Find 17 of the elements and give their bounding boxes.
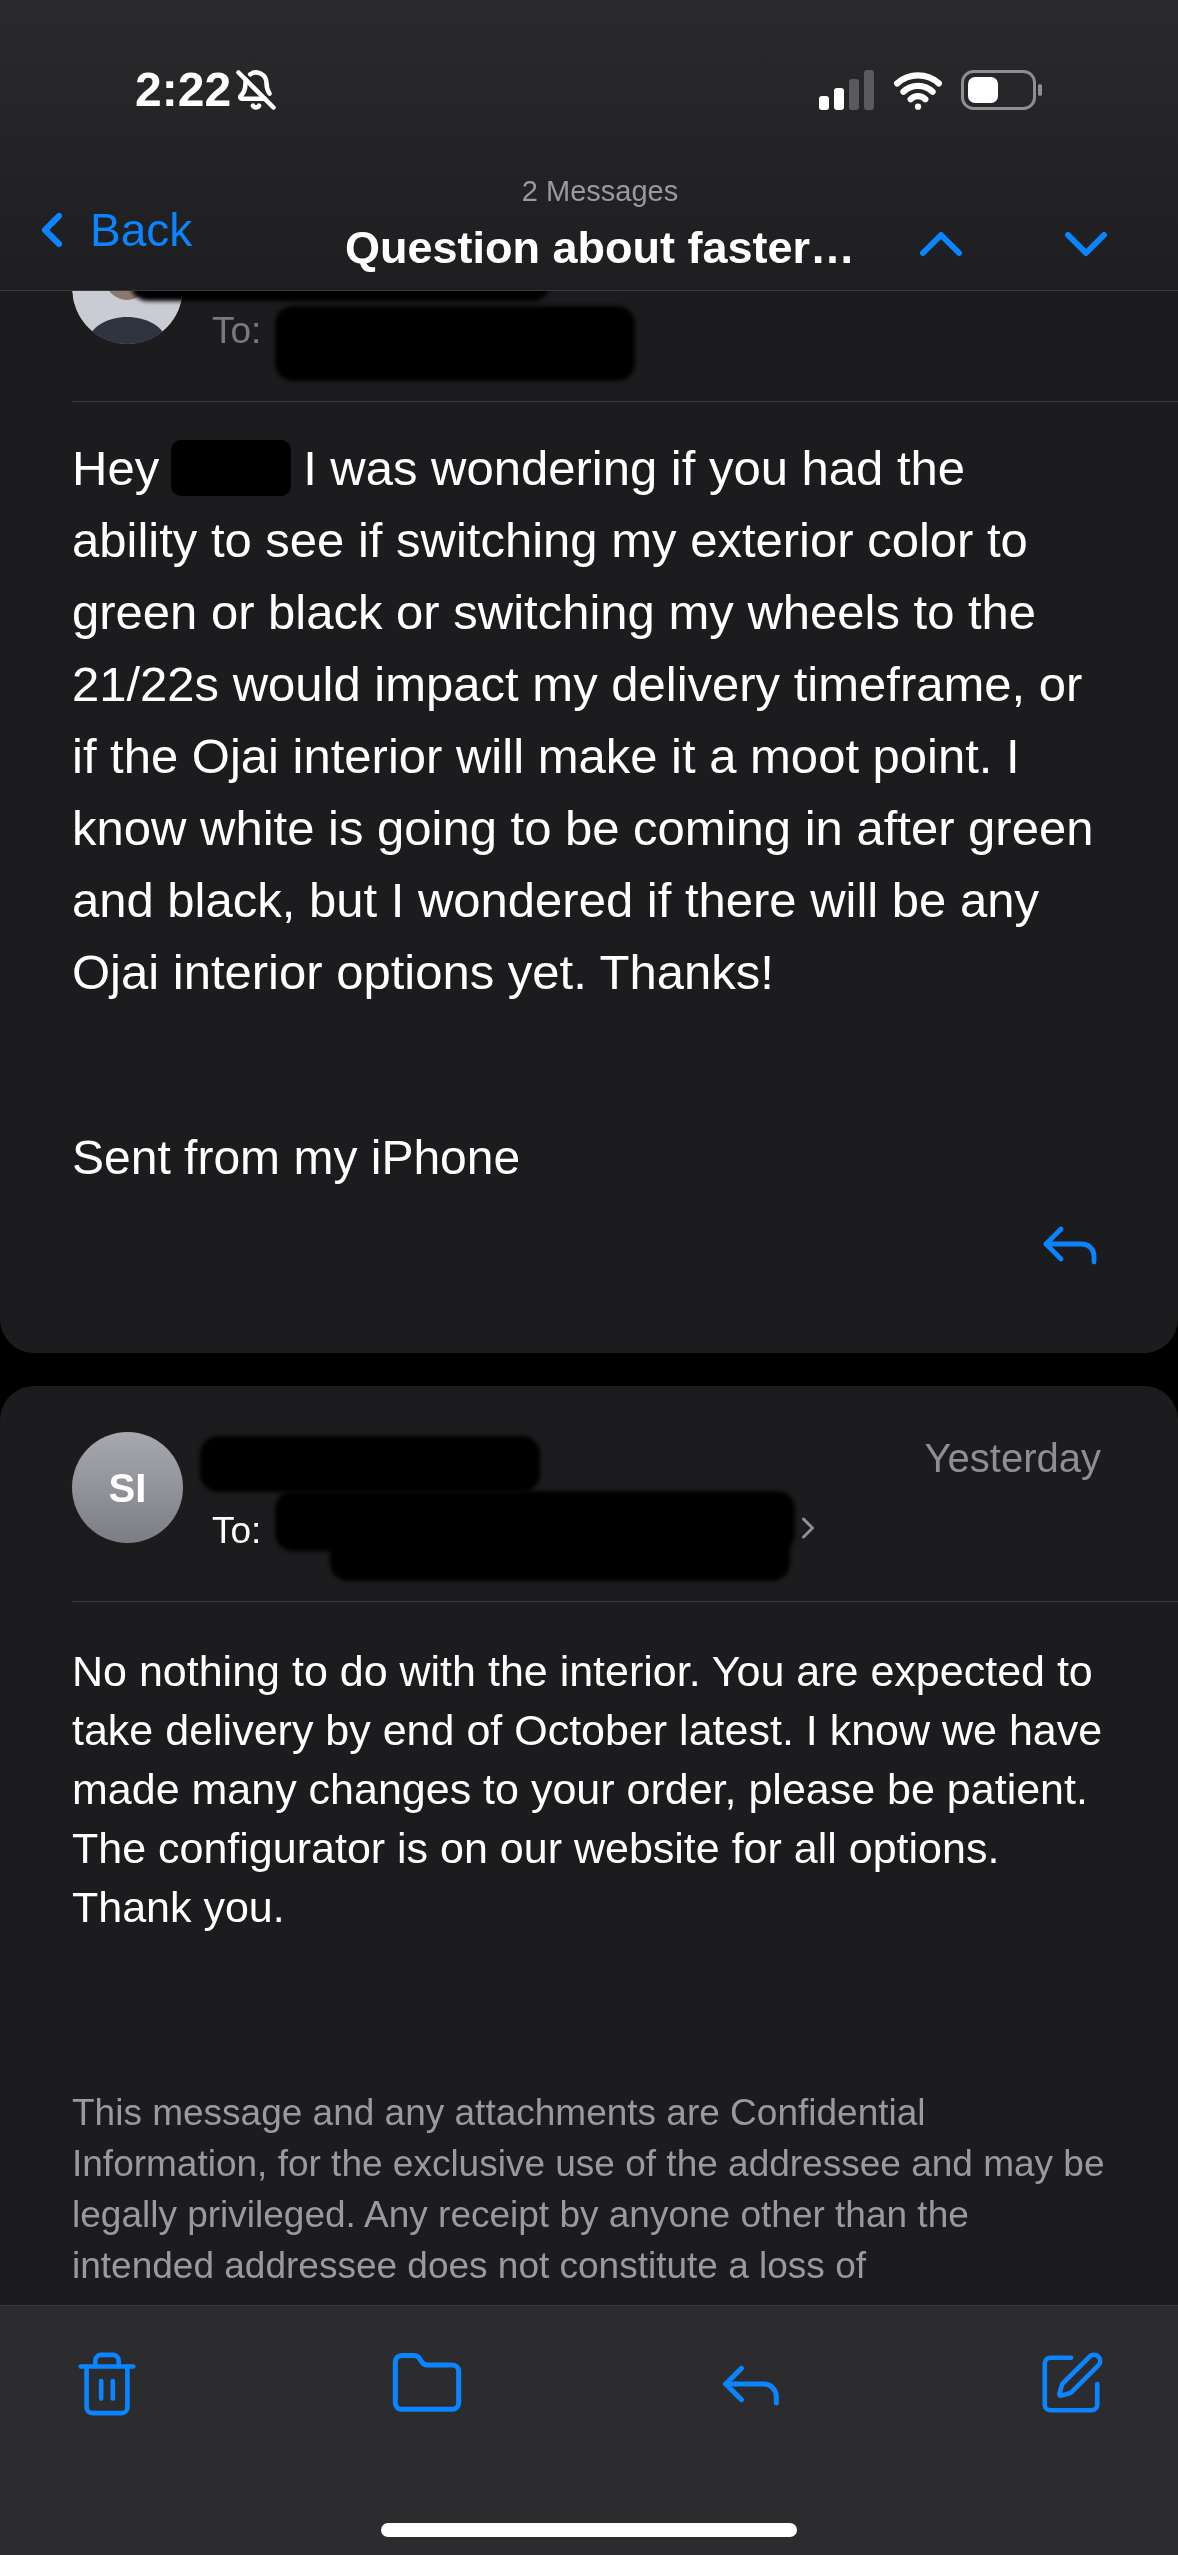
disclaimer-text: This message and any attachments are Confidential Information, for the exclusive use of the addressee and may be legally privileged. Any receipt by anyone other than the intended addressee does not constitute a loss of bbox=[72, 2091, 1106, 2288]
date-text: Yesterday bbox=[924, 1435, 1101, 1482]
greeting-text: Hey bbox=[72, 440, 160, 497]
signal-icon bbox=[819, 70, 875, 110]
nav-title: Question about faster… bbox=[344, 220, 856, 275]
battery-icon bbox=[961, 70, 1043, 110]
message-count: 2 Messages bbox=[521, 174, 679, 209]
bell-off-icon bbox=[235, 69, 278, 111]
message-body: No nothing to do with the interior. You are expected to take delivery by end of October latest. I know we have made many changes to your order, please be patient. The configurator is on our website for all options. Thank you. bbox=[72, 1646, 1104, 1933]
status-time: 2:22 bbox=[135, 62, 232, 118]
avatar-initials: SI bbox=[72, 1432, 183, 1543]
message-body: ability to see if switching my exterior color to green or black or switching my wheels to the 21/22s would impact my delivery timeframe, or if the Ojai interior will make it a moot point. I know white is going to be coming in after green and black, but I wondered if there will be any Ojai interior options yet. Thanks! bbox=[72, 512, 1095, 1001]
to-label: To: bbox=[212, 309, 262, 353]
message-body: I was wondering if you had the bbox=[303, 440, 966, 497]
to-label: To: bbox=[212, 1509, 262, 1553]
back-link[interactable]: Back bbox=[90, 195, 193, 265]
signature-text: Sent from my iPhone bbox=[72, 1130, 522, 1186]
